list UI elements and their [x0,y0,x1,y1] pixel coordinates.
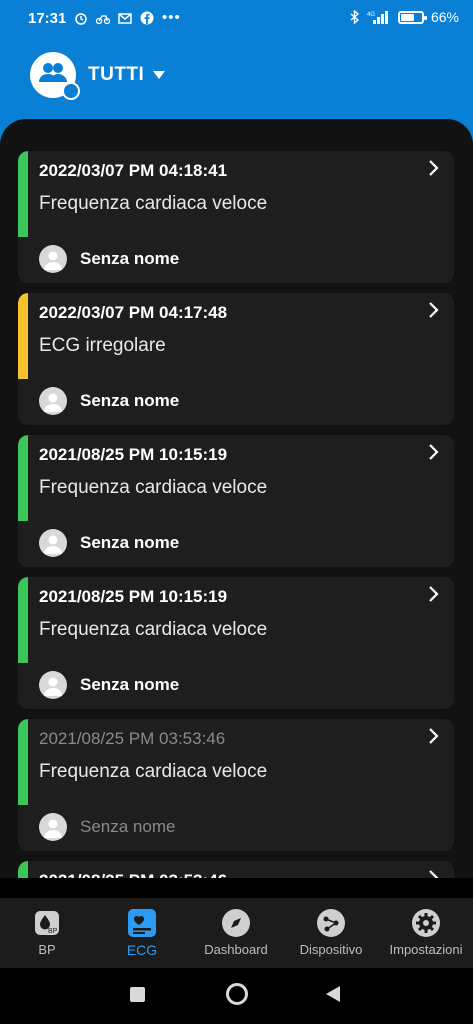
record-card[interactable]: 2021/08/25 PM 03:53:46 [18,861,454,878]
record-user: Senza nome [39,813,175,841]
record-date: 2022/03/07 PM 04:17:48 [39,303,228,322]
record-card[interactable]: 2021/08/25 PM 10:15:19 Frequenza cardiaca… [18,577,454,709]
status-right: 4G 66% [350,9,459,25]
record-description: Frequenza cardiaca veloce [39,761,268,782]
facebook-icon [140,11,154,24]
chevron-right-icon[interactable] [428,585,440,608]
caret-down-icon [153,71,166,79]
record-date: 2021/08/25 PM 03:53:46 [39,871,227,878]
user-name: Senza nome [80,817,176,836]
records-panel: 2022/03/07 PM 04:18:41 Frequenza cardiaca… [0,119,473,878]
system-navigation-bar [0,968,473,1024]
user-avatar-icon [39,671,67,699]
record-date: 2021/08/25 PM 03:53:46 [39,729,226,748]
svg-text:BP: BP [48,928,58,935]
user-avatar-icon [39,813,67,841]
chevron-right-icon[interactable] [428,159,440,182]
alarm-icon [75,12,87,25]
battery-icon [397,10,427,24]
group-selector[interactable]: TUTTI [30,52,166,100]
chevron-right-icon[interactable] [428,869,440,878]
nav-tab-impostazioni[interactable]: Impostazioni [379,898,473,968]
user-name: Senza nome [80,249,180,268]
compass-icon [221,908,251,943]
nav-tab-label: Impostazioni [389,942,463,957]
ecg-heart-icon [127,908,157,943]
recents-button[interactable] [130,987,145,1002]
record-date: 2022/03/07 PM 04:18:41 [39,161,228,180]
bluetooth-icon [350,10,360,24]
record-user: Senza nome [39,671,179,699]
bike-icon [96,14,110,24]
user-name: Senza nome [80,675,180,694]
status-time: 17:31 [28,10,67,27]
record-card[interactable]: 2022/03/07 PM 04:17:48 ECG irregolare Senz… [18,293,454,425]
group-avatar [30,52,80,100]
svg-text:4G: 4G [367,12,375,18]
record-user: Senza nome [39,245,179,273]
status-bar-indicator [18,435,28,521]
status-bar: 17:31 ••• 4G 66% [0,0,473,38]
record-card[interactable]: 2022/03/07 PM 04:18:41 Frequenza cardiaca… [18,151,454,283]
more-notifications-icon: ••• [162,9,181,26]
bottom-navigation: BP BP ECG Dashboard Dispositivo Impostazioni [0,898,473,968]
nav-tab-dashboard[interactable]: Dashboard [191,898,281,968]
record-description: Frequenza cardiaca veloce [39,477,268,498]
home-button[interactable] [226,983,248,1005]
user-avatar-icon [39,387,67,415]
nav-tab-label: BP [38,942,56,957]
notification-icons: ••• [74,9,181,26]
nav-tab-label: Dashboard [204,942,268,957]
nav-tab-label: Dispositivo [299,942,363,957]
record-list: 2022/03/07 PM 04:18:41 Frequenza cardiaca… [18,151,455,878]
chevron-right-icon[interactable] [428,443,440,466]
status-bar-indicator [18,719,28,805]
user-avatar-icon [39,529,67,557]
gear-icon [411,908,441,943]
record-date: 2021/08/25 PM 10:15:19 [39,445,228,464]
nav-tab-label: ECG [126,942,158,958]
nav-tab-bp[interactable]: BP BP [17,898,77,968]
record-description: Frequenza cardiaca veloce [39,193,268,214]
record-date: 2021/08/25 PM 10:15:19 [39,587,228,606]
record-user: Senza nome [39,529,179,557]
mail-icon [118,12,132,24]
user-name: Senza nome [80,533,180,552]
record-description: ECG irregolare [39,335,166,356]
status-bar-indicator [18,293,28,379]
signal-icon: 4G [367,11,388,24]
status-bar-indicator [18,861,28,878]
back-button[interactable] [326,986,340,1002]
record-description: Frequenza cardiaca veloce [39,619,268,640]
chevron-right-icon[interactable] [428,301,440,324]
nav-tab-dispositivo[interactable]: Dispositivo [286,898,376,968]
record-card[interactable]: 2021/08/25 PM 10:15:19 Frequenza cardiaca… [18,435,454,567]
user-name: Senza nome [80,391,180,410]
battery-level [400,13,414,21]
group-name: TUTTI [88,64,145,85]
user-avatar-icon [39,245,67,273]
record-card[interactable]: 2021/08/25 PM 03:53:46 Frequenza cardiaca… [18,719,454,851]
bp-drop-icon: BP [32,908,62,943]
device-share-icon [316,908,346,943]
status-bar-indicator [18,577,28,663]
record-user: Senza nome [39,387,179,415]
chevron-right-icon[interactable] [428,727,440,750]
sync-badge-icon [62,82,80,100]
battery-percent: 66% [430,9,459,25]
status-bar-indicator [18,151,28,237]
nav-tab-ecg[interactable]: ECG [107,898,177,968]
